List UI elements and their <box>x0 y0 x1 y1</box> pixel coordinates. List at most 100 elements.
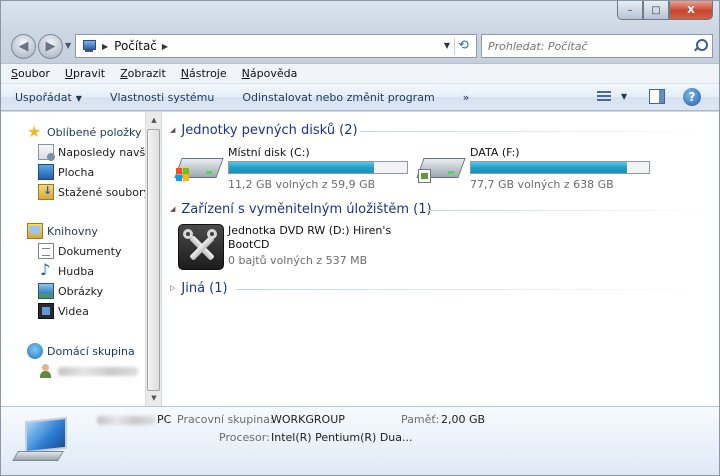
address-bar[interactable]: ▶ Počítač ▶ ▼ ⟲ <box>75 34 477 58</box>
memory-value: 2,00 GB <box>441 413 486 426</box>
group-hard-disks[interactable]: ◢ Jednotky pevných disků (2) <box>170 120 358 140</box>
close-button[interactable]: X <box>669 1 713 20</box>
recent-pages-dropdown[interactable]: ▼ <box>65 41 71 50</box>
search-box[interactable] <box>481 34 713 58</box>
documents-icon <box>38 243 54 259</box>
recent-places-icon <box>38 144 55 161</box>
menu-help[interactable]: Nápověda <box>242 67 298 80</box>
explorer-window: – □ X ◀ ▶ ▼ ▶ Počítač ▶ ▼ ⟲ Soubor Uprav… <box>0 0 720 476</box>
libraries-icon <box>27 223 43 239</box>
breadcrumb-arrow-icon[interactable]: ▶ <box>162 42 168 51</box>
scroll-down-icon[interactable]: ▼ <box>146 390 162 406</box>
music-icon <box>38 260 54 279</box>
content-pane: ◢ Jednotky pevných disků (2) Místní disk… <box>162 112 719 406</box>
group-title: Jiná (1) <box>181 280 228 296</box>
drive-label: DATA (F:) <box>470 146 520 159</box>
back-arrow-icon: ◀ <box>18 39 29 54</box>
group-other[interactable]: ▷ Jiná (1) <box>170 278 228 298</box>
group-expand-icon[interactable]: ▷ <box>170 284 175 292</box>
system-properties-button[interactable]: Vlastnosti systému <box>110 91 214 104</box>
sidebar-item-music[interactable]: Hudba <box>38 260 145 281</box>
change-view-icon[interactable] <box>597 90 611 104</box>
back-button[interactable]: ◀ <box>11 34 36 59</box>
forward-button[interactable]: ▶ <box>38 34 63 59</box>
computer-icon <box>12 416 69 465</box>
tools-icon <box>178 224 224 270</box>
search-input[interactable] <box>488 35 684 57</box>
organize-label: Uspořádat <box>15 90 72 104</box>
maximize-button[interactable]: □ <box>643 1 669 20</box>
window-controls: – □ X <box>617 1 713 20</box>
group-divider <box>236 289 710 290</box>
menu-tools[interactable]: Nástroje <box>181 67 227 80</box>
minimize-button[interactable]: – <box>617 1 643 20</box>
address-dropdown-icon[interactable]: ▼ <box>444 41 450 50</box>
drive-usage-fill <box>229 162 374 173</box>
organize-button[interactable]: Uspořádat ▼ <box>15 91 82 104</box>
sidebar-item-label: Obrázky <box>58 284 104 298</box>
group-collapse-icon[interactable]: ◢ <box>170 205 175 213</box>
command-bar: Uspořádat ▼ Vlastnosti systému Odinstalov… <box>1 83 719 111</box>
uninstall-program-button[interactable]: Odinstalovat nebo změnit program <box>242 91 434 104</box>
view-options-dropdown-icon[interactable]: ▼ <box>621 92 627 101</box>
preview-pane-icon[interactable] <box>649 89 665 104</box>
menu-bar: Soubor Upravit Zobrazit Nástroje Nápověd… <box>1 63 719 83</box>
redacted-computer-name <box>97 416 155 425</box>
menu-file[interactable]: Soubor <box>11 67 50 80</box>
drive-label: Místní disk (C:) <box>228 146 310 159</box>
downloads-icon <box>38 184 54 200</box>
redacted-user-name <box>58 366 138 376</box>
help-icon[interactable]: ? <box>683 88 701 106</box>
sidebar-favorites-label: Oblíbené položky <box>47 125 142 139</box>
sidebar-item-recent-places[interactable]: Naposledy navšti <box>38 142 145 162</box>
windows-logo-icon <box>176 168 190 182</box>
sidebar-homegroup[interactable]: Domácí skupina <box>27 341 145 361</box>
hard-drive-icon <box>416 152 466 183</box>
sidebar-item-downloads[interactable]: Stažené soubory <box>38 182 145 202</box>
drive-d-dvd[interactable]: Jednotka DVD RW (D:) Hiren's BootCD 0 ba… <box>178 224 438 274</box>
navigation-scrollbar[interactable]: ▲ ▼ <box>145 112 161 406</box>
sidebar-item-documents[interactable]: Dokumenty <box>38 241 145 261</box>
group-divider <box>360 131 710 132</box>
forward-arrow-icon: ▶ <box>45 39 56 54</box>
sidebar-item-label: Videa <box>58 304 89 318</box>
refresh-button[interactable]: ⟲ <box>454 37 472 55</box>
more-commands-button[interactable]: » <box>463 91 470 104</box>
pictures-icon <box>38 283 54 299</box>
drive-usage-bar <box>228 161 408 174</box>
sidebar-item-pictures[interactable]: Obrázky <box>38 281 145 301</box>
address-separator-icon[interactable]: ▶ <box>102 42 108 51</box>
sidebar-item-desktop[interactable]: Plocha <box>38 162 145 182</box>
star-icon <box>27 122 43 141</box>
videos-icon <box>38 303 54 319</box>
drive-f[interactable]: DATA (F:) 77,7 GB volných z 638 GB <box>416 146 660 194</box>
search-icon[interactable] <box>693 38 708 52</box>
sidebar-item-label: Plocha <box>58 165 95 179</box>
breadcrumb-computer[interactable]: Počítač <box>114 39 157 53</box>
sidebar-item-label: Dokumenty <box>58 244 122 258</box>
drive-c[interactable]: Místní disk (C:) 11,2 GB volných z 59,9 … <box>174 146 418 194</box>
desktop-icon <box>38 164 54 180</box>
sidebar-item-user[interactable] <box>38 361 145 381</box>
group-collapse-icon[interactable]: ◢ <box>170 126 175 134</box>
group-removable-storage[interactable]: ◢ Zařízení s vyměnitelným úložištěm (1) <box>170 199 432 219</box>
scrollbar-thumb[interactable] <box>147 129 160 391</box>
sidebar-item-videos[interactable]: Videa <box>38 301 145 321</box>
sidebar-favorites[interactable]: Oblíbené položky <box>27 122 145 142</box>
title-bar: – □ X ◀ ▶ ▼ ▶ Počítač ▶ ▼ ⟲ <box>1 1 719 63</box>
menu-view[interactable]: Zobrazit <box>120 67 166 80</box>
processor-label: Procesor: <box>219 431 270 444</box>
windows-hard-drive-icon <box>174 152 224 182</box>
data-drive-badge-icon <box>418 169 431 183</box>
details-pane: PC Pracovní skupina: WORKGROUP Paměť: 2,… <box>1 406 719 475</box>
drive-label: Jednotka DVD RW (D:) Hiren's <box>228 224 392 237</box>
workgroup-label: Pracovní skupina: <box>177 413 274 426</box>
workgroup-value: WORKGROUP <box>271 413 345 426</box>
user-icon <box>38 363 54 379</box>
drive-usage-fill <box>471 162 628 173</box>
drive-free-space: 77,7 GB volných z 638 GB <box>470 178 614 191</box>
sidebar-item-label: Stažené soubory <box>58 185 145 199</box>
menu-edit[interactable]: Upravit <box>65 67 105 80</box>
scroll-up-icon[interactable]: ▲ <box>146 112 162 128</box>
sidebar-libraries[interactable]: Knihovny <box>27 221 145 241</box>
